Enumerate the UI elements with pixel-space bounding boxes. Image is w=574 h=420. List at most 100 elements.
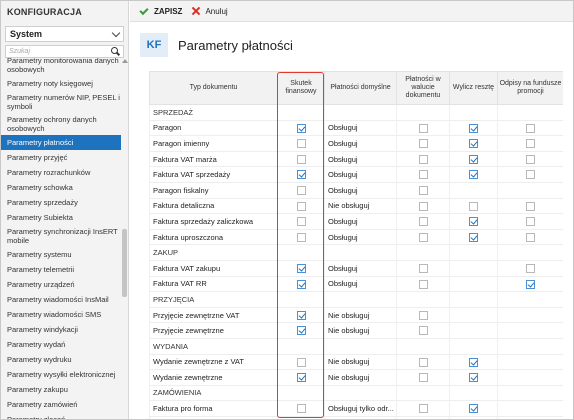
table-row[interactable]: Zamówienie od klienta Obsługuj tylko odr.… [149,416,563,419]
skutek-checkbox[interactable] [296,326,306,336]
odpisy-checkbox[interactable] [526,123,536,133]
payments-default-cell[interactable]: Obsługuj [324,213,397,230]
odpisy-checkbox[interactable] [526,170,536,180]
col-header-platnosci[interactable]: Płatności domyślne [324,71,397,105]
scroll-up-icon[interactable] [122,59,128,63]
waluta-checkbox[interactable] [418,186,428,196]
sidebar-item[interactable]: Parametry schowka [1,180,121,195]
reszta-checkbox[interactable] [469,404,478,414]
sidebar-item[interactable]: Parametry zakupu [1,382,121,397]
sidebar-item[interactable]: Parametry synchronizacji InsERT mobile [1,225,121,247]
skutek-checkbox[interactable] [296,357,306,367]
payments-default-cell[interactable]: Nie obsługuj [324,307,397,324]
table-row[interactable]: Faktura VAT zakupu Obsługuj [149,260,563,277]
table-row[interactable]: Faktura sprzedaży zaliczkowa Obsługuj [149,213,563,230]
odpisy-checkbox[interactable] [526,154,536,164]
waluta-checkbox[interactable] [418,404,428,414]
waluta-checkbox[interactable] [418,310,428,320]
sidebar-item[interactable]: Parametry monitorowania danych osobowych [1,58,121,76]
sidebar-item[interactable]: Parametry ochrony danych osobowych [1,113,121,135]
odpisy-checkbox[interactable] [526,201,536,211]
col-header-typ[interactable]: Typ dokumentu [149,71,278,105]
skutek-checkbox[interactable] [296,123,306,133]
sidebar-item[interactable]: Parametry systemu [1,247,121,262]
scrollbar-thumb[interactable] [122,229,127,297]
payments-default-cell[interactable]: Obsługuj tylko odr... [324,416,397,419]
waluta-checkbox[interactable] [418,154,428,164]
table-row[interactable]: Faktura uproszczona Obsługuj [149,229,563,246]
save-button[interactable]: ZAPISZ [138,5,182,16]
waluta-checkbox[interactable] [418,373,428,383]
table-row[interactable]: Paragon Obsługuj [149,120,563,137]
table-row[interactable]: Faktura detaliczna Nie obsługuj [149,198,563,215]
payments-default-cell[interactable]: Obsługuj [324,166,397,183]
sidebar-item[interactable]: Parametry noty księgowej [1,76,121,91]
sidebar-item[interactable]: Parametry telemetrii [1,262,121,277]
table-row[interactable]: Faktura VAT sprzedaży Obsługuj [149,166,563,183]
waluta-checkbox[interactable] [418,139,428,149]
payments-default-cell[interactable]: Nie obsługuj [324,369,397,386]
table-row[interactable]: Wydanie zewnętrzne Nie obsługuj [149,369,563,386]
col-header-reszta[interactable]: Wylicz resztę [449,71,498,105]
sidebar-item[interactable]: Parametry windykacji [1,322,121,337]
odpisy-checkbox[interactable] [526,263,536,273]
odpisy-checkbox[interactable] [526,139,536,149]
skutek-checkbox[interactable] [296,232,306,242]
col-header-odpisy[interactable]: Odpisy na fundusze promocji [497,71,563,105]
col-header-waluta[interactable]: Płatności w walucie dokumentu [396,71,450,105]
payments-default-cell[interactable]: Obsługuj [324,260,397,277]
waluta-checkbox[interactable] [418,232,428,242]
reszta-checkbox[interactable] [469,139,478,149]
skutek-checkbox[interactable] [296,217,306,227]
odpisy-checkbox[interactable] [526,217,536,227]
waluta-checkbox[interactable] [418,123,428,133]
sidebar-scrollbar[interactable] [122,59,128,415]
table-row[interactable]: Faktura VAT marża Obsługuj [149,151,563,168]
table-row[interactable]: Faktura pro forma Obsługuj tylko odr... [149,400,563,417]
odpisy-checkbox[interactable] [526,232,536,242]
search-icon[interactable] [111,47,120,56]
cancel-button[interactable]: Anuluj [192,7,227,16]
waluta-checkbox[interactable] [418,326,428,336]
table-row[interactable]: Paragon imienny Obsługuj [149,135,563,152]
skutek-checkbox[interactable] [296,170,306,180]
waluta-checkbox[interactable] [418,170,428,180]
search-input[interactable]: Szukaj [5,45,124,58]
skutek-checkbox[interactable] [296,373,306,383]
skutek-checkbox[interactable] [296,263,306,273]
payments-default-cell[interactable]: Obsługuj [324,276,397,293]
reszta-checkbox[interactable] [469,217,478,227]
skutek-checkbox[interactable] [296,279,306,289]
payments-default-cell[interactable]: Nie obsługuj [324,354,397,371]
skutek-checkbox[interactable] [296,404,306,414]
module-select[interactable]: System [5,26,124,42]
skutek-checkbox[interactable] [296,154,306,164]
skutek-checkbox[interactable] [296,139,306,149]
payments-default-cell[interactable]: Obsługuj [324,229,397,246]
sidebar-item[interactable]: Parametry wiadomości SMS [1,307,121,322]
sidebar-item[interactable]: Parametry wydruku [1,352,121,367]
reszta-checkbox[interactable] [469,123,478,133]
sidebar-item[interactable]: Parametry płatności [1,135,121,150]
reszta-checkbox[interactable] [469,170,478,180]
skutek-checkbox[interactable] [296,310,306,320]
waluta-checkbox[interactable] [418,279,428,289]
payments-default-cell[interactable]: Obsługuj [324,151,397,168]
skutek-checkbox[interactable] [296,201,306,211]
table-row[interactable]: Przyjęcie zewnętrzne Nie obsługuj [149,322,563,339]
reszta-checkbox[interactable] [469,357,478,367]
payments-default-cell[interactable]: Obsługuj [324,120,397,137]
odpisy-checkbox[interactable] [526,279,536,289]
sidebar-item[interactable]: Parametry wiadomości InsMail [1,292,121,307]
sidebar-item[interactable]: Parametry sprzedaży [1,195,121,210]
sidebar-item[interactable]: Parametry numerów NIP, PESEL i symboli [1,91,121,113]
table-row[interactable]: Wydanie zewnętrzne z VAT Nie obsługuj [149,354,563,371]
payments-default-cell[interactable]: Obsługuj tylko odr... [324,400,397,417]
table-row[interactable]: Przyjęcie zewnętrzne VAT Nie obsługuj [149,307,563,324]
payments-default-cell[interactable]: Obsługuj [324,135,397,152]
sidebar-item[interactable]: Parametry Subiekta [1,210,121,225]
waluta-checkbox[interactable] [418,217,428,227]
sidebar-item[interactable]: Parametry urządzeń [1,277,121,292]
waluta-checkbox[interactable] [418,201,428,211]
sidebar-item[interactable]: Parametry wydań [1,337,121,352]
